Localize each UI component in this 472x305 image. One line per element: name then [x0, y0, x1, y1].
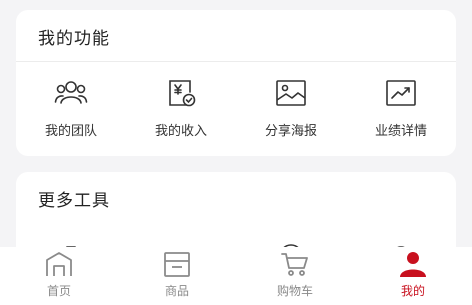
function-share-poster[interactable]: 分享海报 — [236, 78, 346, 139]
my-functions-title: 我的功能 — [38, 29, 110, 49]
functions-grid: 我的团队 我的收入 分享海报 业绩详情 — [16, 78, 456, 139]
cart-icon — [281, 253, 308, 276]
function-label: 业绩详情 — [374, 124, 427, 139]
function-my-income[interactable]: 我的收入 — [126, 78, 236, 139]
profile-icon — [400, 252, 426, 277]
performance-icon — [386, 80, 416, 106]
goods-icon — [164, 252, 190, 277]
function-performance[interactable]: 业绩详情 — [346, 78, 456, 139]
more-tools-title: 更多工具 — [38, 191, 110, 211]
function-label: 我的团队 — [44, 124, 97, 139]
tab-label: 商品 — [164, 284, 189, 298]
home-icon — [46, 252, 72, 276]
function-label: 我的收入 — [154, 124, 207, 139]
poster-icon — [276, 80, 306, 106]
income-icon — [169, 80, 196, 107]
tab-home[interactable]: 首页 — [0, 247, 118, 305]
tab-goods[interactable]: 商品 — [118, 247, 236, 305]
function-my-team[interactable]: 我的团队 — [16, 78, 126, 139]
function-label: 分享海报 — [264, 124, 317, 139]
tab-cart[interactable]: 购物车 — [236, 247, 354, 305]
tab-label: 购物车 — [276, 284, 313, 298]
tab-label: 首页 — [46, 284, 71, 298]
tab-label: 我的 — [400, 284, 425, 298]
team-icon — [54, 81, 88, 104]
section-divider — [16, 61, 456, 62]
tab-profile[interactable]: 我的 — [354, 247, 472, 305]
bottom-tab-bar: 首页 商品 购物车 我的 — [0, 247, 472, 305]
my-functions-card: 我的功能 我的团队 我的收入 分享海报 业绩详情 — [16, 10, 456, 156]
